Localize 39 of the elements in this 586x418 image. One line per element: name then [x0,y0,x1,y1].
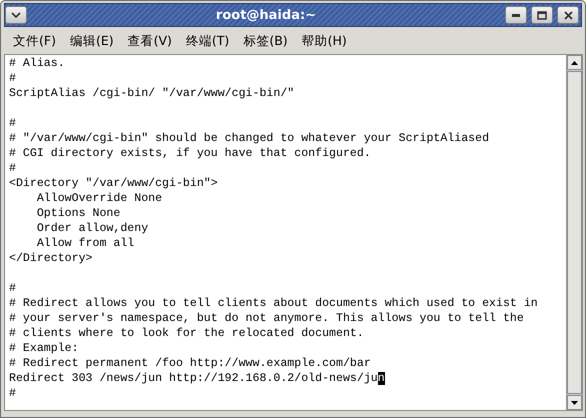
code-line: </Directory> [9,251,92,266]
code-line: Allow from all [36,236,134,251]
code-line: ScriptAlias /cgi-bin/ "/var/www/cgi-bin/" [9,86,294,101]
code-line: # Redirect permanent /foo http://www.example.com/bar [9,356,371,371]
chevron-down-icon [11,12,21,18]
close-button[interactable] [557,6,579,24]
menu-item[interactable]: 文件(F) [9,32,60,50]
code-line: # [9,71,16,86]
code-line: <Directory "/var/www/cgi-bin"> [9,176,218,191]
text-cursor: n [378,372,385,385]
menu-item[interactable]: 帮助(H) [298,32,351,50]
window-menu-button[interactable] [5,6,27,24]
code-line: Options None [36,206,120,221]
code-line: # Alias. [9,56,65,71]
menu-item[interactable]: 标签(B) [239,32,292,50]
code-line: # [9,386,16,401]
code-line: # CGI directory exists, if you have that configured. [9,146,371,161]
maximize-button[interactable] [531,6,553,24]
menu-item[interactable]: 编辑(E) [66,32,118,50]
menu-item[interactable]: 终端(T) [182,32,234,50]
code-line: # Redirect allows you to tell clients about documents which used to exist in [9,296,538,311]
code-line: # Example: [9,341,79,356]
code-line: AllowOverride None [36,191,162,206]
code-line: # "/var/www/cgi-bin" should be changed to whatever your ScriptAliased [9,131,490,146]
code-line: # [9,116,16,131]
scroll-down-icon[interactable] [571,400,578,404]
window-title: root@haida:~ [214,8,318,22]
scroll-up-icon[interactable] [571,60,578,64]
code-line: # clients where to look for the relocated document. [9,326,364,341]
code-line: Order allow,deny [36,221,148,236]
minimize-icon [512,14,520,16]
code-line: # [9,161,16,176]
maximize-icon [537,10,547,20]
close-icon [564,10,572,20]
minimize-button[interactable] [505,6,527,24]
menu-item[interactable]: 查看(V) [124,32,176,50]
code-line: # your server's namespace, but do not anymore. This allows you to tell the [9,311,524,326]
code-line: Redirect 303 /news/jun http://192.168.0.2/old-news/jun [9,371,385,386]
code-line: # [9,281,16,296]
